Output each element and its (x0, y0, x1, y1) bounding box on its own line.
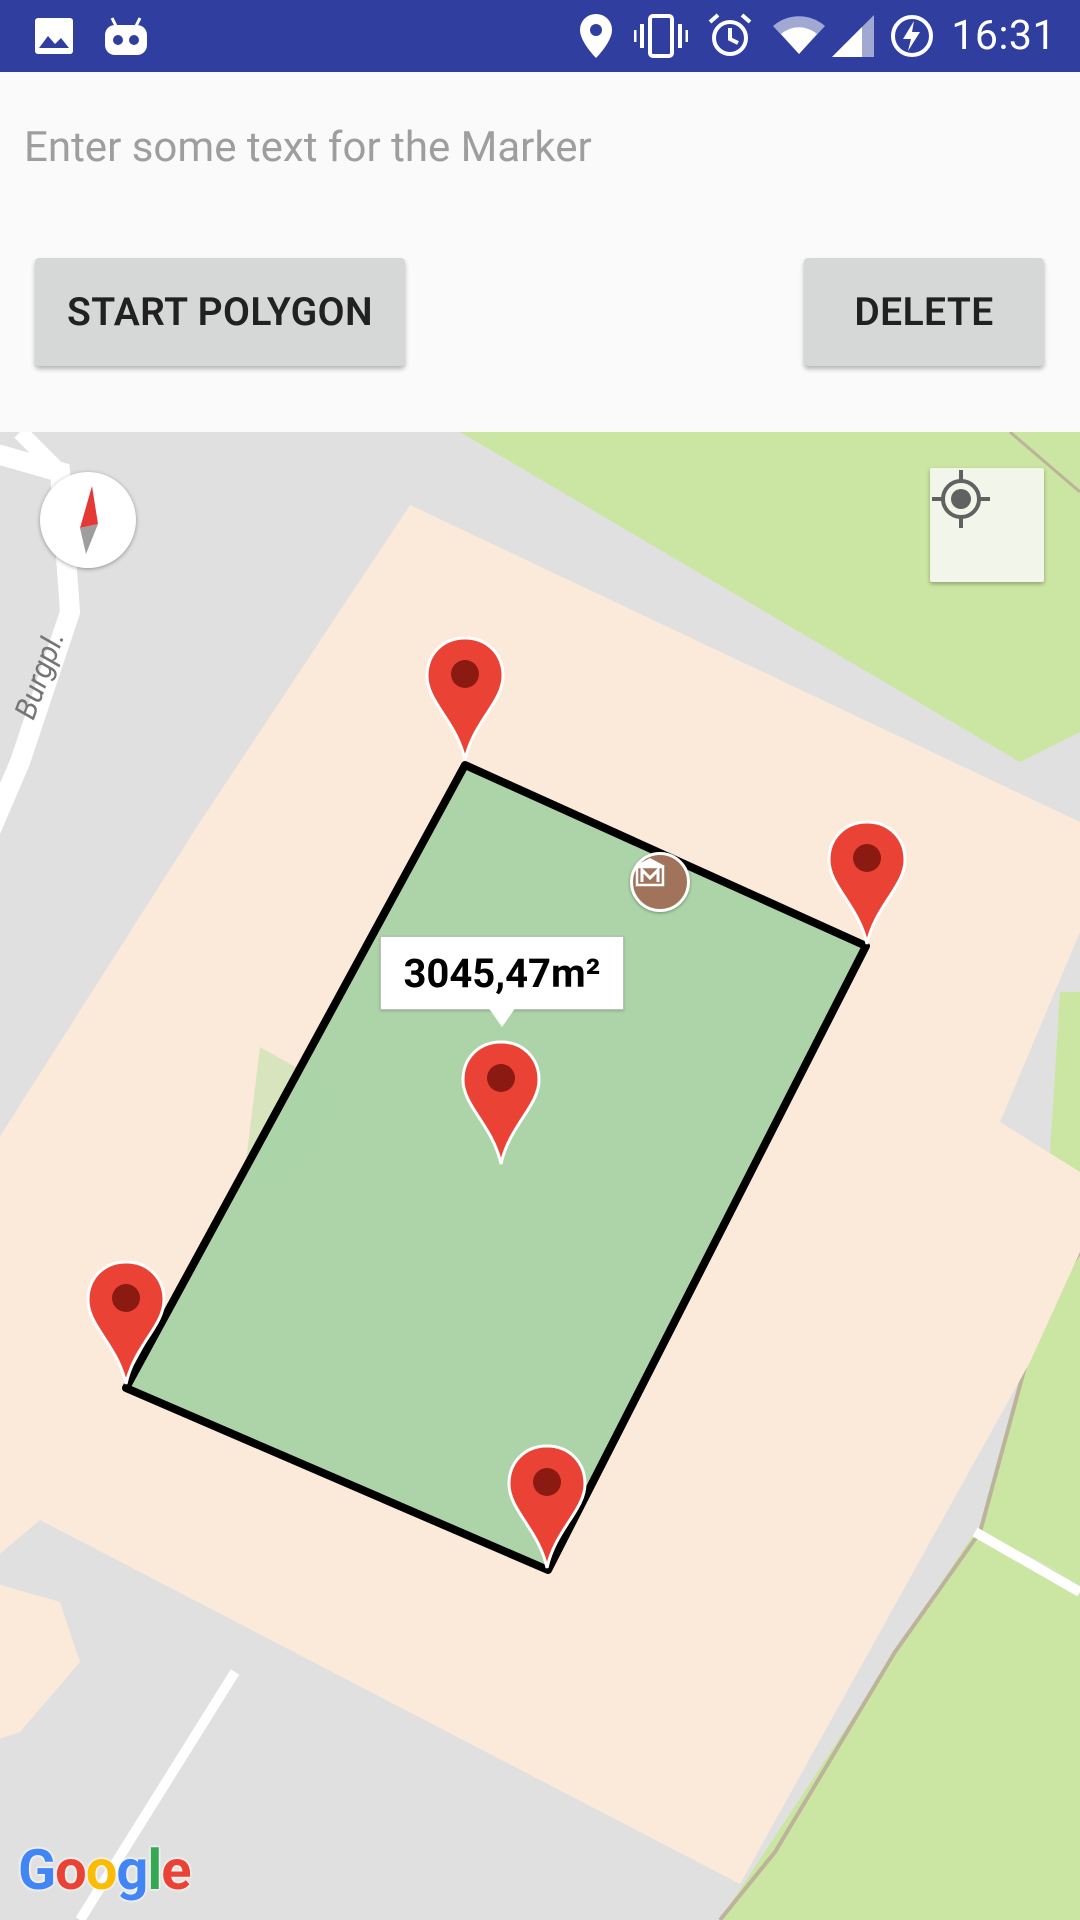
start-polygon-button[interactable]: START POLYGON (35, 258, 405, 366)
info-window-tail (488, 1007, 516, 1027)
my-location-icon (932, 470, 990, 528)
museum-icon[interactable] (630, 852, 690, 912)
alarm-icon (706, 0, 754, 72)
compass-icon (80, 486, 98, 554)
battery-charging-icon (888, 0, 936, 72)
delete-button[interactable]: DELETE (804, 258, 1044, 366)
wifi-icon (772, 0, 826, 72)
signal-icon (832, 0, 874, 72)
area-info-window[interactable]: 3045,47m² (380, 936, 624, 1010)
marker-text-input[interactable] (24, 112, 1056, 182)
compass-button[interactable] (40, 472, 136, 568)
status-bar: 16:31 (0, 0, 1080, 72)
status-time: 16:31 (951, 12, 1056, 60)
vibrate-icon (632, 0, 690, 72)
image-icon (30, 0, 78, 72)
map-view[interactable]: Burgpl. 3045,47m² Google (0, 432, 1080, 1920)
marker-pin-right[interactable] (827, 820, 907, 946)
marker-pin-left[interactable] (86, 1260, 166, 1386)
android-debug-icon (100, 0, 152, 72)
marker-controls-panel: START POLYGON DELETE (0, 72, 1080, 432)
marker-pin-bottom[interactable] (507, 1444, 587, 1570)
marker-pin-center[interactable] (461, 1040, 541, 1166)
location-icon (576, 0, 616, 72)
google-logo: Google (18, 1837, 191, 1903)
marker-pin-top[interactable] (425, 636, 505, 762)
map-background (0, 432, 1080, 1920)
my-location-button[interactable] (930, 468, 1044, 582)
